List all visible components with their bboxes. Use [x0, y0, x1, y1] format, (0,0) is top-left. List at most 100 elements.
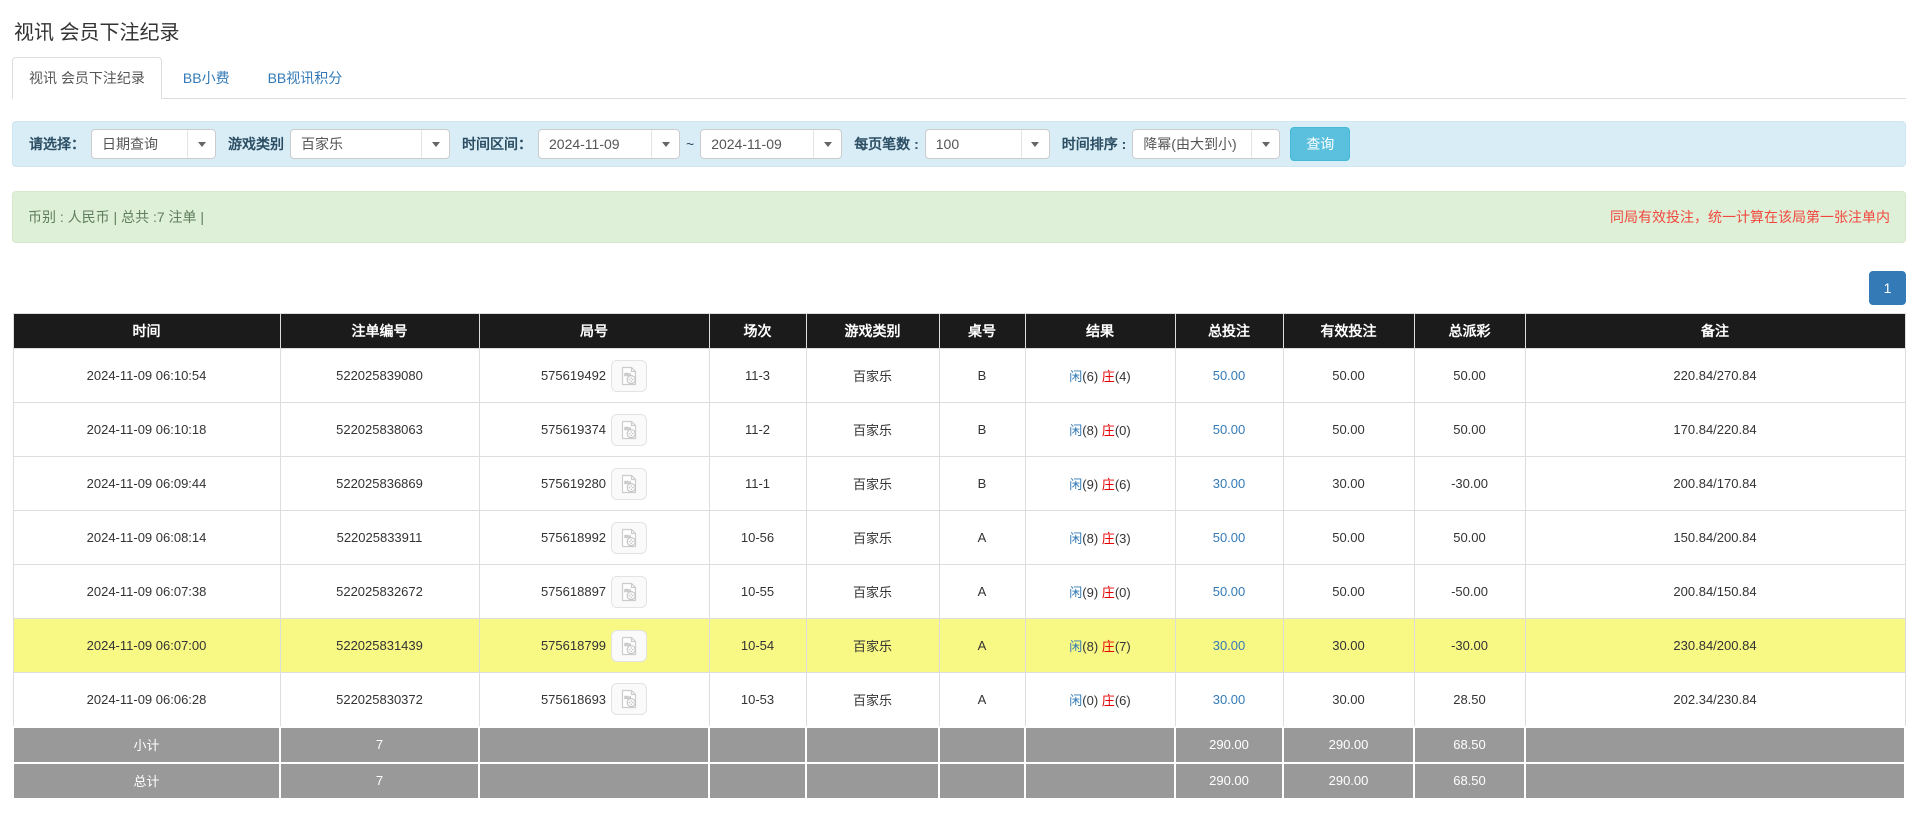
- column-header: 注单编号: [280, 314, 479, 349]
- search-button[interactable]: 查询: [1290, 127, 1350, 161]
- round-no-text: 575619280: [541, 476, 606, 491]
- summary-cell: [1525, 763, 1905, 799]
- summary-cell: [479, 763, 709, 799]
- date-from-value: 2024-11-09: [539, 136, 630, 152]
- result-banker-score: (3): [1115, 531, 1131, 546]
- round-no-text: 575618799: [541, 638, 606, 653]
- summary-cell: [806, 763, 939, 799]
- cell-bet-no: 522025833911: [280, 511, 479, 565]
- result-player-score: (9): [1082, 585, 1102, 600]
- cell-valid-bet: 50.00: [1283, 511, 1414, 565]
- result-banker-score: (0): [1115, 423, 1131, 438]
- cell-bet-no: 522025830372: [280, 673, 479, 727]
- round-no-text: 575618897: [541, 584, 606, 599]
- table-row: 2024-11-09 06:07:38522025832672575618897…: [13, 565, 1905, 619]
- video-replay-icon[interactable]: [611, 522, 647, 554]
- cell-session: 10-56: [709, 511, 806, 565]
- cell-table-no: A: [939, 619, 1025, 673]
- result-banker-label: 庄: [1102, 477, 1115, 492]
- summary-cell: 7: [280, 763, 479, 799]
- total-bet-link[interactable]: 30.00: [1213, 476, 1246, 491]
- cell-session: 11-3: [709, 349, 806, 403]
- result-player-label: 闲: [1069, 369, 1082, 384]
- summary-cell: [939, 727, 1025, 763]
- cell-result: 闲(6) 庄(4): [1025, 349, 1175, 403]
- cell-bet-no: 522025832672: [280, 565, 479, 619]
- cell-result: 闲(8) 庄(0): [1025, 403, 1175, 457]
- video-replay-icon[interactable]: [611, 683, 647, 715]
- cell-game-type: 百家乐: [806, 457, 939, 511]
- total-bet-link[interactable]: 30.00: [1213, 638, 1246, 653]
- summary-cell: 290.00: [1175, 763, 1283, 799]
- grand-total-row: 总计7290.00290.0068.50: [13, 763, 1905, 799]
- game-type-select[interactable]: 百家乐: [290, 129, 450, 159]
- video-replay-icon[interactable]: [611, 468, 647, 500]
- chevron-down-icon: [1251, 130, 1279, 158]
- total-bet-link[interactable]: 50.00: [1213, 530, 1246, 545]
- summary-cell: 290.00: [1283, 727, 1414, 763]
- tab-bb-video-points[interactable]: BB视讯积分: [251, 57, 360, 99]
- total-bet-link[interactable]: 50.00: [1213, 368, 1246, 383]
- result-banker-score: (7): [1115, 639, 1131, 654]
- tab-betting-records[interactable]: 视讯 会员下注纪录: [12, 57, 162, 99]
- chevron-down-icon: [1021, 130, 1049, 158]
- time-sort-select[interactable]: 降幂(由大到小): [1132, 129, 1280, 159]
- video-replay-icon[interactable]: [611, 414, 647, 446]
- cell-session: 10-55: [709, 565, 806, 619]
- round-no-text: 575618992: [541, 530, 606, 545]
- result-banker-score: (0): [1115, 585, 1131, 600]
- cell-table-no: B: [939, 457, 1025, 511]
- cell-total-bet: 30.00: [1175, 457, 1283, 511]
- column-header: 局号: [479, 314, 709, 349]
- summary-cell: [1025, 727, 1175, 763]
- game-type-label: 游戏类别: [228, 134, 284, 154]
- column-header: 总投注: [1175, 314, 1283, 349]
- video-replay-icon[interactable]: [611, 360, 647, 392]
- cell-remark: 170.84/220.84: [1525, 403, 1905, 457]
- cell-session: 11-1: [709, 457, 806, 511]
- summary-cell: [709, 763, 806, 799]
- cell-bet-no: 522025839080: [280, 349, 479, 403]
- cell-total-bet: 50.00: [1175, 349, 1283, 403]
- tab-bb-tips[interactable]: BB小费: [166, 57, 247, 99]
- cell-table-no: A: [939, 565, 1025, 619]
- cell-total-bet: 30.00: [1175, 619, 1283, 673]
- page-size-select[interactable]: 100: [925, 129, 1050, 159]
- cell-bet-no: 522025836869: [280, 457, 479, 511]
- cell-session: 10-53: [709, 673, 806, 727]
- date-from-select[interactable]: 2024-11-09: [538, 129, 680, 159]
- cell-bet-no: 522025831439: [280, 619, 479, 673]
- total-bet-link[interactable]: 50.00: [1213, 584, 1246, 599]
- result-banker-label: 庄: [1102, 531, 1115, 546]
- pagination: 1: [12, 271, 1906, 305]
- time-sort-label: 时间排序 :: [1062, 134, 1127, 154]
- summary-bar: 币别 : 人民币 | 总共 :7 注单 | 同局有效投注，统一计算在该局第一张注…: [12, 191, 1906, 243]
- video-replay-icon[interactable]: [611, 630, 647, 662]
- result-banker-label: 庄: [1102, 585, 1115, 600]
- query-type-select[interactable]: 日期查询: [91, 129, 216, 159]
- table-row: 2024-11-09 06:07:00522025831439575618799…: [13, 619, 1905, 673]
- result-player-score: (9): [1082, 477, 1102, 492]
- bet-records-table: 时间注单编号局号场次游戏类别桌号结果总投注有效投注总派彩备注 2024-11-0…: [12, 313, 1906, 800]
- chevron-down-icon: [187, 130, 215, 158]
- video-replay-icon[interactable]: [611, 576, 647, 608]
- result-banker-label: 庄: [1102, 639, 1115, 654]
- cell-remark: 202.34/230.84: [1525, 673, 1905, 727]
- cell-remark: 150.84/200.84: [1525, 511, 1905, 565]
- tab-bar: 视讯 会员下注纪录 BB小费 BB视讯积分: [12, 57, 1906, 99]
- round-no-text: 575618693: [541, 692, 606, 707]
- column-header: 备注: [1525, 314, 1905, 349]
- total-bet-link[interactable]: 50.00: [1213, 422, 1246, 437]
- result-player-label: 闲: [1069, 639, 1082, 654]
- cell-table-no: B: [939, 349, 1025, 403]
- cell-valid-bet: 30.00: [1283, 619, 1414, 673]
- summary-cell: 68.50: [1414, 727, 1525, 763]
- time-sort-value: 降幂(由大到小): [1133, 134, 1246, 154]
- page-button-1[interactable]: 1: [1869, 271, 1906, 305]
- cell-session: 11-2: [709, 403, 806, 457]
- date-to-select[interactable]: 2024-11-09: [700, 129, 842, 159]
- result-banker-label: 庄: [1102, 693, 1115, 708]
- cell-table-no: A: [939, 511, 1025, 565]
- total-bet-link[interactable]: 30.00: [1213, 692, 1246, 707]
- cell-round-no: 575618693: [479, 673, 709, 727]
